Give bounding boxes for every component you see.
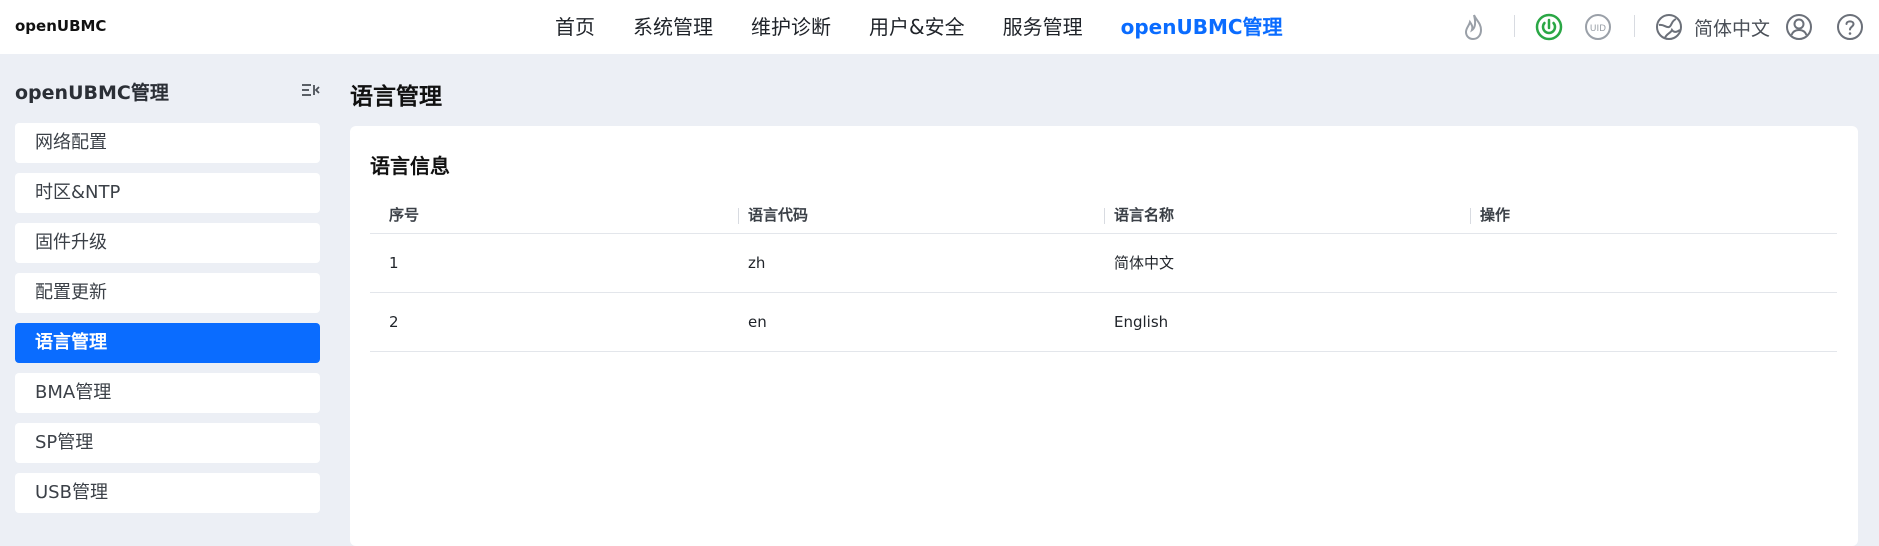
card-title: 语言信息 (370, 154, 450, 178)
sidebar-item-config-update[interactable]: 配置更新 (15, 273, 320, 313)
nav-system[interactable]: 系统管理 (633, 0, 713, 54)
flame-icon[interactable] (1459, 12, 1489, 42)
collapse-sidebar-icon[interactable] (300, 80, 320, 100)
column-divider (1104, 208, 1105, 224)
row-index: 1 (389, 254, 399, 272)
brand-logo[interactable]: openUBMC (15, 17, 106, 35)
sidebar-item-language[interactable]: 语言管理 (15, 323, 320, 363)
globe-icon[interactable] (1654, 12, 1684, 42)
nav-services[interactable]: 服务管理 (1003, 0, 1083, 54)
column-header-code: 语言代码 (748, 206, 809, 224)
power-icon[interactable] (1534, 12, 1564, 42)
row-language-name: English (1114, 313, 1169, 331)
row-index: 2 (389, 313, 399, 331)
sidebar-item-network[interactable]: 网络配置 (15, 123, 320, 163)
column-divider (1470, 208, 1471, 224)
nav-openubmc[interactable]: openUBMC管理 (1121, 0, 1283, 54)
sidebar-title: openUBMC管理 (15, 82, 169, 104)
sidebar-item-usb[interactable]: USB管理 (15, 473, 320, 513)
row-language-code: zh (748, 254, 766, 272)
language-switch[interactable]: 简体中文 (1694, 14, 1770, 41)
row-language-name: 简体中文 (1114, 254, 1175, 272)
sidebar-item-sp[interactable]: SP管理 (15, 423, 320, 463)
divider (1634, 15, 1635, 37)
divider (1514, 15, 1515, 37)
sidebar-item-bma[interactable]: BMA管理 (15, 373, 320, 413)
column-divider (738, 208, 739, 224)
user-icon[interactable] (1784, 12, 1814, 42)
table-header: 序号 语言代码 语言名称 操作 (370, 196, 1837, 234)
top-bar: openUBMC 首页 系统管理 维护诊断 用户&安全 服务管理 openUBM… (0, 0, 1879, 54)
main-nav: 首页 系统管理 维护诊断 用户&安全 服务管理 openUBMC管理 (555, 0, 1283, 54)
column-header-index: 序号 (389, 206, 420, 224)
language-info-card: 语言信息 序号 语言代码 语言名称 操作 1 zh 简体中文 2 en Engl… (350, 126, 1858, 546)
column-header-name: 语言名称 (1114, 206, 1175, 224)
nav-maintenance[interactable]: 维护诊断 (751, 0, 831, 54)
page-title: 语言管理 (350, 84, 442, 110)
row-language-code: en (748, 313, 767, 331)
uid-label: UID (1590, 24, 1606, 34)
nav-user-security[interactable]: 用户&安全 (869, 0, 965, 54)
column-header-action: 操作 (1480, 206, 1511, 224)
sidebar-item-firmware[interactable]: 固件升级 (15, 223, 320, 263)
table-row: 1 zh 简体中文 (370, 234, 1837, 293)
sidebar-item-timezone-ntp[interactable]: 时区&NTP (15, 173, 320, 213)
uid-icon[interactable]: UID (1583, 12, 1613, 42)
help-icon[interactable] (1835, 12, 1865, 42)
language-table: 序号 语言代码 语言名称 操作 1 zh 简体中文 2 en English (370, 196, 1837, 352)
table-row: 2 en English (370, 293, 1837, 352)
nav-home[interactable]: 首页 (555, 0, 595, 54)
